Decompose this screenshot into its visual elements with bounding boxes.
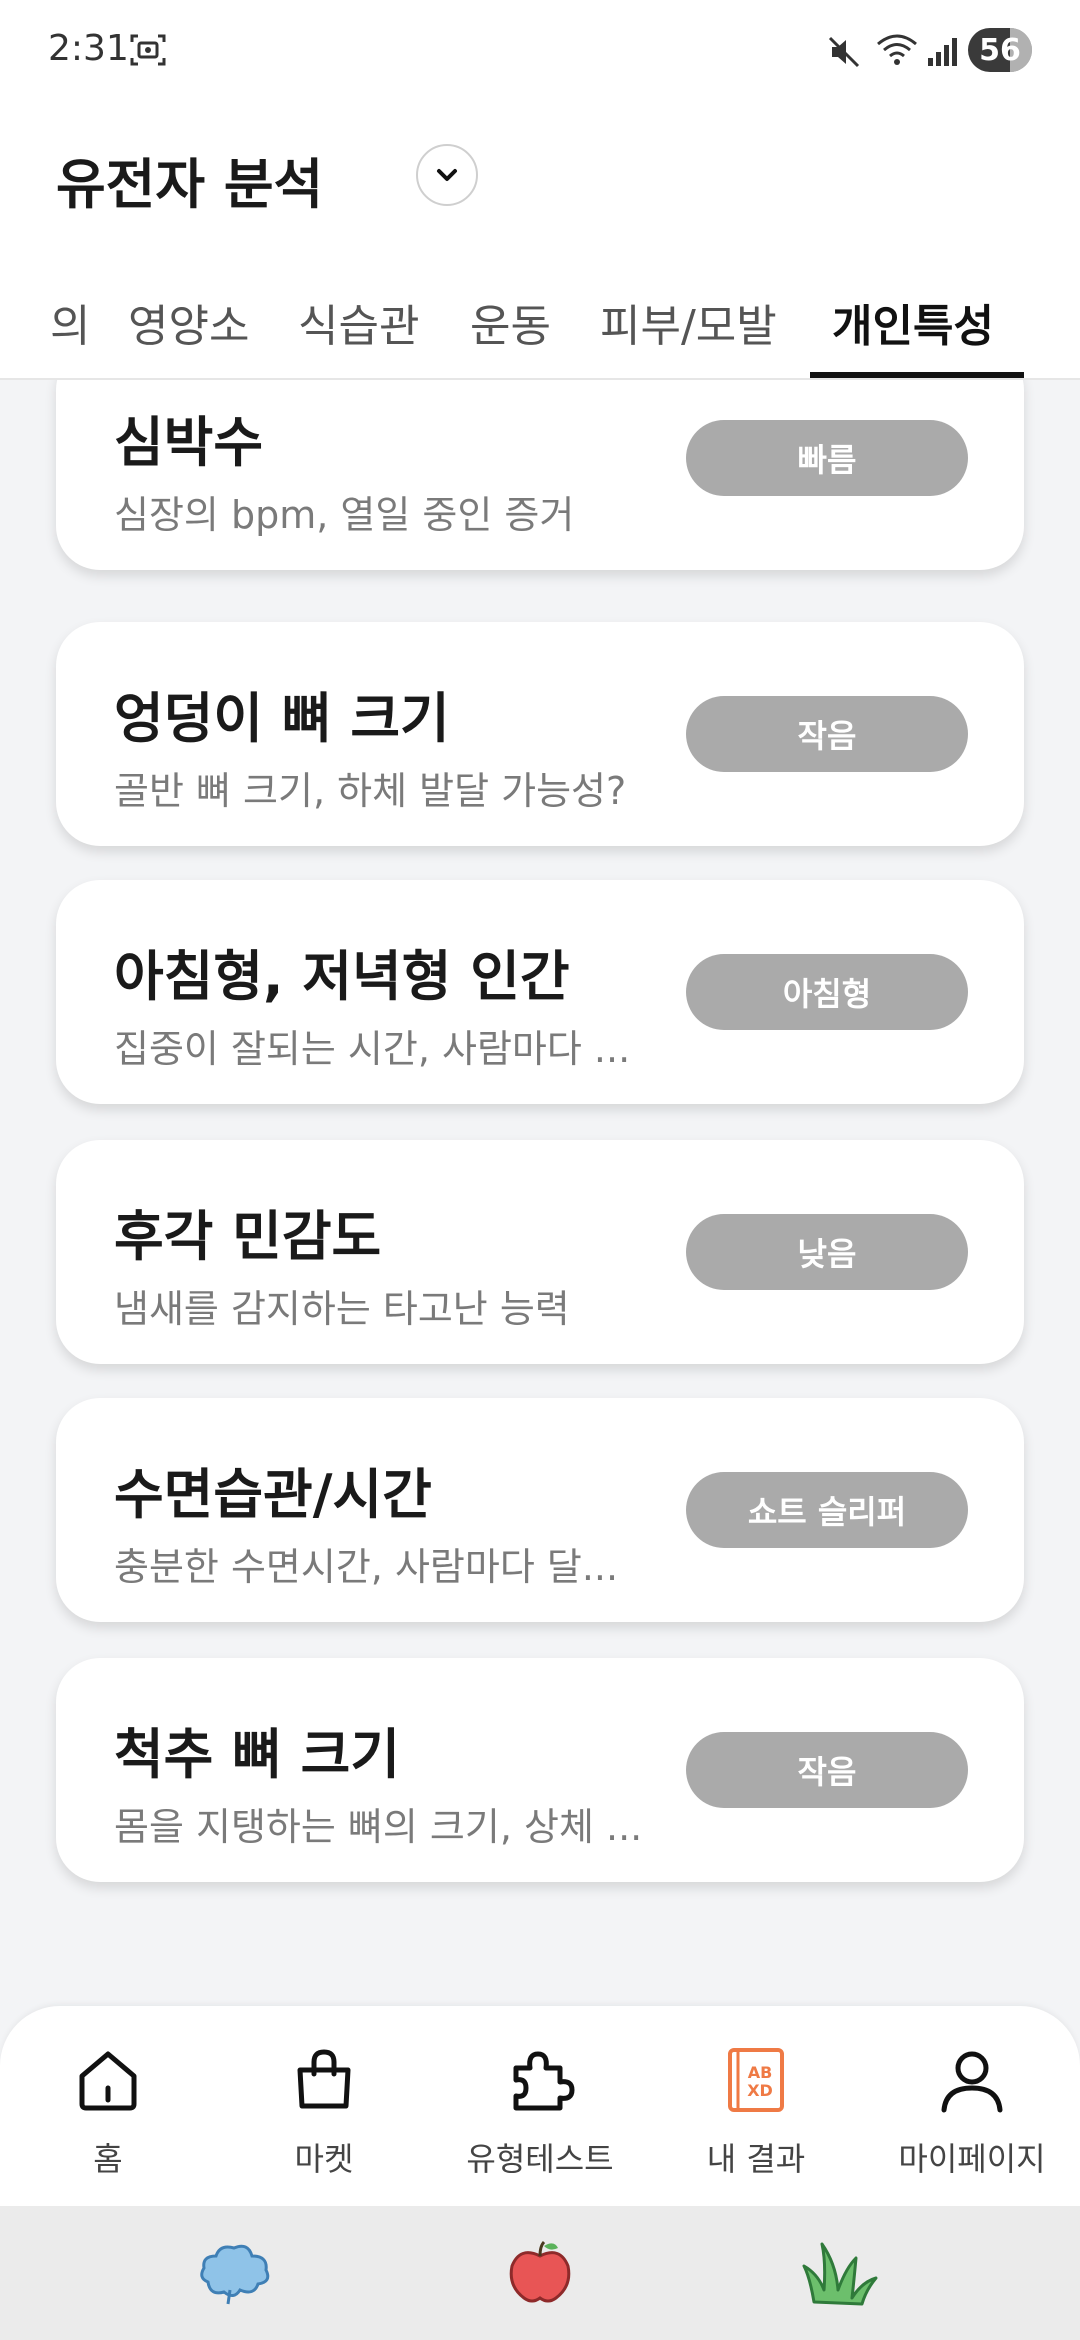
card-title: 아침형, 저녁형 인간	[114, 945, 570, 1008]
nav-my-results[interactable]: AB XD 내 결과	[648, 2006, 864, 2206]
bottom-nav: 홈 마켓 유형테스트 AB XD 내 결과 마이페이지	[0, 2006, 1080, 2206]
nav-my-page[interactable]: 마이페이지	[864, 2006, 1080, 2206]
trait-card-list[interactable]: 심박수 심장의 bpm, 열일 중인 증거 빠름 엉덩이 뼈 크기 골반 뼈 크…	[0, 380, 1080, 2000]
grass-sticker-icon[interactable]	[800, 2238, 880, 2308]
trait-card[interactable]: 후각 민감도 냄새를 감지하는 타고난 능력 낮음	[56, 1140, 1024, 1364]
tab-skin-hair[interactable]: 피부/모발	[600, 290, 777, 354]
nav-type-test[interactable]: 유형테스트	[432, 2006, 648, 2206]
card-title: 척추 뼈 크기	[114, 1723, 400, 1786]
card-description: 심장의 bpm, 열일 중인 증거	[114, 493, 575, 537]
chevron-down-icon	[437, 169, 457, 181]
tab-nutrients[interactable]: 영양소	[128, 290, 249, 354]
home-icon	[79, 2051, 137, 2111]
card-title: 엉덩이 뼈 크기	[114, 687, 450, 750]
page-title: 유전자 분석	[56, 153, 324, 216]
result-badge: 빠름	[686, 420, 968, 496]
system-navigation-bar	[0, 2206, 1080, 2340]
result-badge: 쇼트 슬리퍼	[686, 1472, 968, 1548]
wifi-icon	[877, 34, 917, 65]
battery-icon: 56	[968, 28, 1032, 72]
tab-exercise[interactable]: 운동	[470, 290, 551, 354]
puzzle-icon	[513, 2051, 575, 2111]
trait-card[interactable]: 수면습관/시간 충분한 수면시간, 사람마다 달... 쇼트 슬리퍼	[56, 1398, 1024, 1622]
header: 유전자 분석 의 영양소 식습관 운동 피부/모발 개인특성	[0, 100, 1080, 380]
nav-label: 유형테스트	[466, 2140, 614, 2178]
apple-sticker-icon[interactable]	[500, 2238, 580, 2308]
card-description: 집중이 잘되는 시간, 사람마다 ...	[114, 1027, 631, 1071]
mute-icon	[828, 36, 860, 68]
status-bar: 2:31 56	[0, 0, 1080, 100]
cloud-sticker-icon[interactable]	[194, 2238, 274, 2308]
screenshot-icon	[130, 34, 166, 66]
result-badge: 아침형	[686, 954, 968, 1030]
signal-icon	[928, 38, 957, 66]
tab-partial[interactable]: 의	[50, 290, 90, 354]
card-description: 냄새를 감지하는 타고난 능력	[114, 1287, 570, 1331]
result-badge: 작음	[686, 1732, 968, 1808]
battery-level: 56	[979, 32, 1021, 68]
nav-market[interactable]: 마켓	[216, 2006, 432, 2206]
result-badge: 낮음	[686, 1214, 968, 1290]
title-dropdown-button[interactable]	[416, 144, 478, 206]
nav-label: 마켓	[294, 2140, 354, 2178]
trait-card[interactable]: 척추 뼈 크기 몸을 지탱하는 뼈의 크기, 상체 ... 작음	[56, 1658, 1024, 1882]
card-title: 심박수	[114, 411, 264, 474]
nav-label: 홈	[93, 2140, 123, 2178]
trait-card[interactable]: 심박수 심장의 bpm, 열일 중인 증거 빠름	[56, 380, 1024, 570]
trait-card[interactable]: 아침형, 저녁형 인간 집중이 잘되는 시간, 사람마다 ... 아침형	[56, 880, 1024, 1104]
card-title: 수면습관/시간	[114, 1463, 432, 1526]
trait-card[interactable]: 엉덩이 뼈 크기 골반 뼈 크기, 하체 발달 가능성? 작음	[56, 622, 1024, 846]
active-tab-indicator	[810, 372, 1024, 378]
category-tabs: 의 영양소 식습관 운동 피부/모발 개인특성	[0, 280, 1080, 380]
card-description: 충분한 수면시간, 사람마다 달...	[114, 1545, 619, 1589]
nav-label: 마이페이지	[898, 2140, 1046, 2178]
result-badge: 작음	[686, 696, 968, 772]
status-time: 2:31	[48, 28, 129, 69]
result-book-icon: AB XD	[728, 2048, 784, 2112]
tab-eating-habits[interactable]: 식습관	[298, 290, 419, 354]
svg-text:AB: AB	[748, 2063, 773, 2082]
user-icon	[941, 2051, 1003, 2113]
card-description: 골반 뼈 크기, 하체 발달 가능성?	[114, 769, 627, 813]
card-title: 후각 민감도	[114, 1205, 382, 1268]
card-description: 몸을 지탱하는 뼈의 크기, 상체 ...	[114, 1805, 643, 1849]
svg-text:XD: XD	[747, 2081, 773, 2100]
tab-personal-traits[interactable]: 개인특성	[832, 290, 994, 354]
nav-label: 내 결과	[706, 2140, 806, 2178]
shopping-bag-icon	[297, 2049, 351, 2109]
nav-home[interactable]: 홈	[0, 2006, 216, 2206]
